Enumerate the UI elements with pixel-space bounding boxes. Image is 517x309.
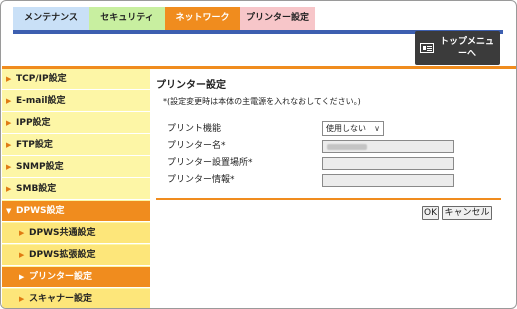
sidebar-item-label: IPP設定 [16,118,51,128]
arrow-right-icon: ▶ [19,229,25,237]
cancel-button[interactable]: キャンセル [442,206,492,220]
arrow-right-icon: ▶ [6,163,12,171]
arrow-right-icon: ▶ [19,251,25,259]
printer-info-field[interactable] [322,174,454,187]
top-tabs: メンテナンス セキュリティ ネットワーク プリンター設定 [13,7,315,30]
sidebar-item-label: DPWS設定 [16,206,65,216]
sidebar-item-label: DPWS共通設定 [29,228,96,238]
arrow-right-icon: ▶ [6,119,12,127]
arrow-right-icon: ▶ [6,75,12,83]
form-divider [156,198,501,200]
sidebar-item-smb[interactable]: ▶ SMB設定 [2,179,150,200]
sidebar-item-ftp[interactable]: ▶ FTP設定 [2,135,150,156]
sidebar-item-label: TCP/IP設定 [16,74,67,84]
tab-printer-settings[interactable]: プリンター設定 [240,7,315,30]
tab-maintenance[interactable]: メンテナンス [13,7,89,30]
sidebar-item-scanner-settings[interactable]: ▶ スキャナー設定 [2,289,150,308]
sidebar-item-label: SMB設定 [16,184,57,194]
sidebar-item-tcpip[interactable]: ▶ TCP/IP設定 [2,69,150,90]
ok-button[interactable]: OK [422,206,439,220]
sidebar-item-label: E-mail設定 [16,96,66,106]
chevron-down-icon: ∨ [374,124,380,133]
sidebar: ▶ TCP/IP設定 ▶ E-mail設定 ▶ IPP設定 ▶ FTP設定 ▶ … [2,69,150,308]
sidebar-item-snmp[interactable]: ▶ SNMP設定 [2,157,150,178]
print-function-select[interactable]: 使用しない ∨ [322,121,384,136]
sidebar-item-label: FTP設定 [16,140,53,150]
sidebar-item-label: DPWS拡張設定 [29,250,96,260]
arrow-down-icon: ▼ [6,207,12,215]
print-function-label: プリント機能 [167,124,222,134]
sidebar-item-dpws-common[interactable]: ▶ DPWS共通設定 [2,223,150,244]
sidebar-item-dpws[interactable]: ▼ DPWS設定 [2,201,150,222]
top-menu-button[interactable]: トップメニューへ [415,31,500,65]
sidebar-item-label: スキャナー設定 [29,294,93,304]
tab-network[interactable]: ネットワーク [165,7,240,30]
restart-note: *(設定変更時は本体の主電源を入れなおしてください。) [163,97,361,106]
sidebar-item-ipp[interactable]: ▶ IPP設定 [2,113,150,134]
page-title: プリンター設定 [156,80,226,91]
printer-location-field[interactable] [322,157,454,170]
sidebar-item-label: プリンター設定 [29,272,93,282]
sidebar-item-dpws-extended[interactable]: ▶ DPWS拡張設定 [2,245,150,266]
printer-info-label: プリンター情報* [167,175,235,185]
sidebar-item-printer-settings[interactable]: ▶ プリンター設定 [2,267,150,288]
printer-name-field[interactable] [322,140,454,153]
top-menu-label: トップメニューへ [439,37,494,59]
window-frame: メンテナンス セキュリティ ネットワーク プリンター設定 トップメニューへ ▶ … [0,0,517,309]
arrow-right-icon: ▶ [19,295,25,303]
tab-security[interactable]: セキュリティ [89,7,165,30]
arrow-right-icon: ▶ [6,141,12,149]
printer-location-label: プリンター設置場所* [167,158,253,168]
sidebar-item-email[interactable]: ▶ E-mail設定 [2,91,150,112]
arrow-right-icon: ▶ [19,273,25,281]
arrow-right-icon: ▶ [6,185,12,193]
masked-value [327,144,367,150]
menu-screen-icon [420,43,434,53]
sidebar-item-label: SNMP設定 [16,162,64,172]
arrow-right-icon: ▶ [6,97,12,105]
print-function-value: 使用しない [326,124,366,133]
printer-name-label: プリンター名* [167,141,226,151]
